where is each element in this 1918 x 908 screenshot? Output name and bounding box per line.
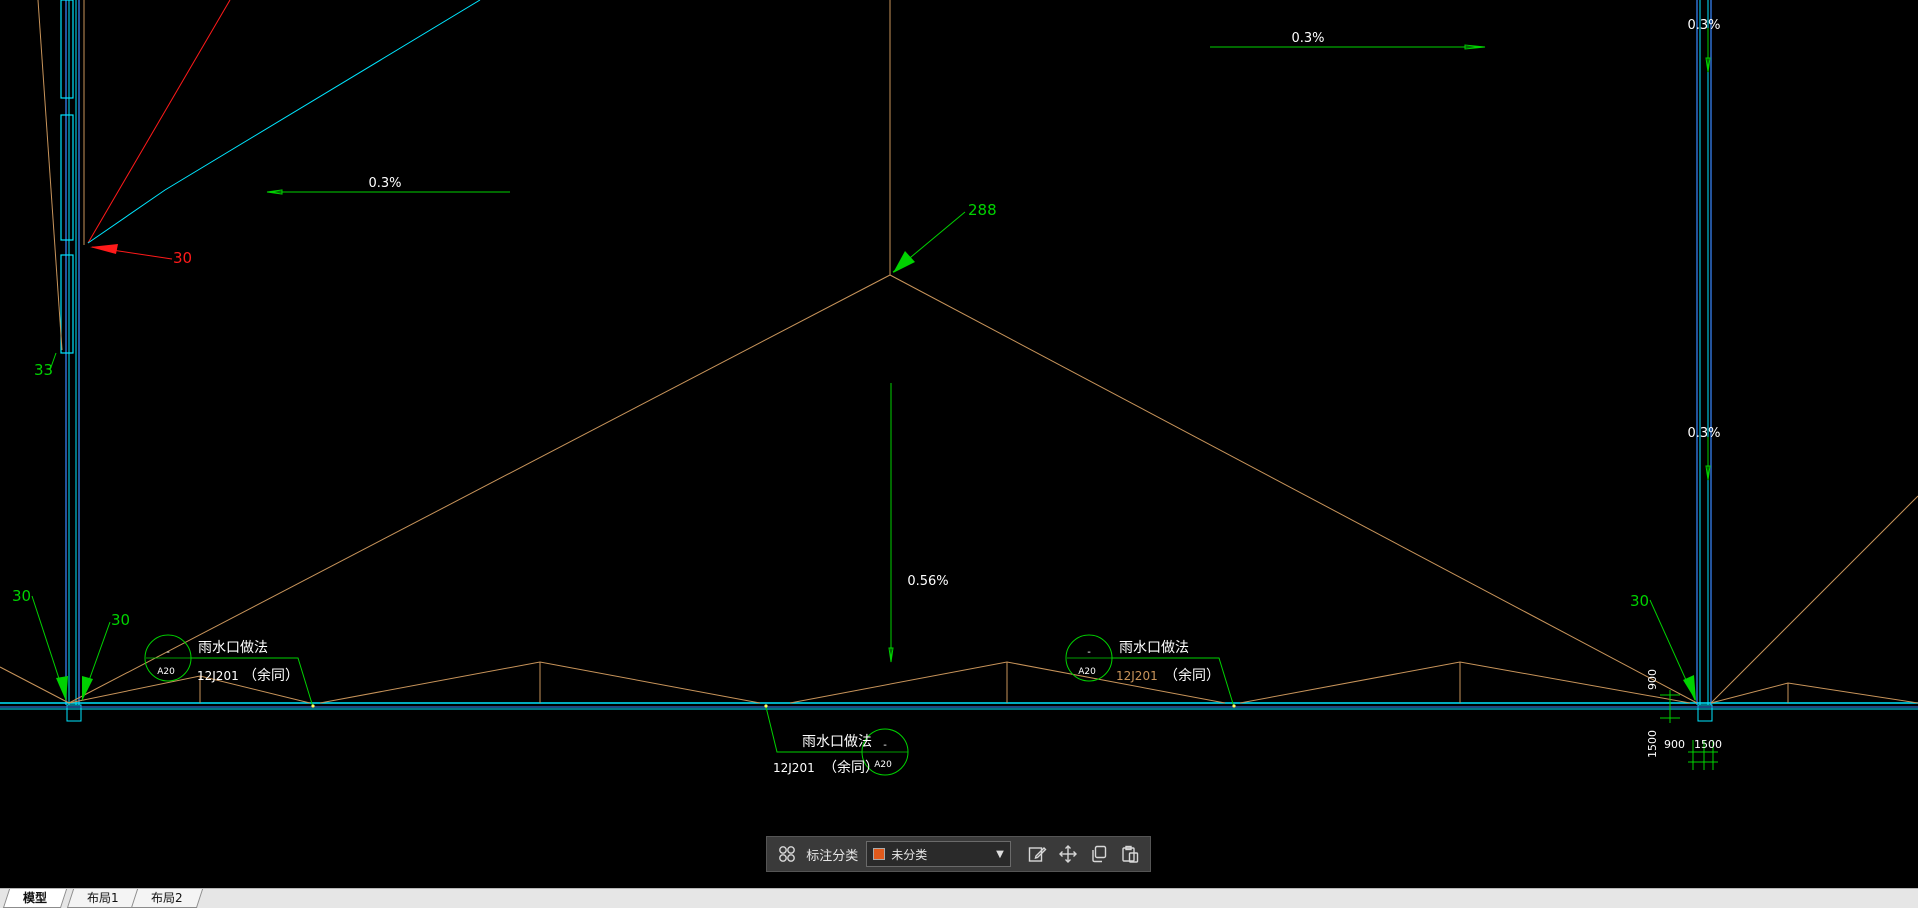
slope-arrow-right-middle: 0.3% bbox=[1687, 426, 1721, 481]
layout-tab-bar: 模型 布局1 布局2 bbox=[0, 888, 1918, 908]
drain-title-2: 雨水口做法 bbox=[1119, 640, 1189, 656]
dim-label-h900: 900 bbox=[1664, 738, 1685, 751]
annotation-category-select[interactable]: 未分类 ▼ bbox=[866, 841, 1011, 867]
drain-title-1: 雨水口做法 bbox=[198, 640, 268, 656]
drain-note-3: （余同） bbox=[823, 759, 879, 776]
dim-label-left-inner-30: 30 bbox=[111, 611, 130, 629]
leader-33: 33 bbox=[34, 352, 57, 379]
slope-arrow-center: 0.56% bbox=[888, 383, 949, 663]
drain-callout-3[interactable]: - A20 雨水口做法 12J201 （余同） bbox=[765, 706, 909, 776]
category-grid-icon[interactable] bbox=[773, 840, 800, 868]
dim-label-v1500: 1500 bbox=[1646, 730, 1659, 758]
chevron-down-icon: ▼ bbox=[996, 848, 1004, 860]
dim-label-right-30: 30 bbox=[1630, 592, 1649, 610]
dim-label-v900: 900 bbox=[1646, 669, 1659, 690]
drain-code-1: A20 bbox=[157, 667, 175, 677]
dim-label-red-30: 30 bbox=[173, 249, 192, 267]
leader-left-outer-30: 30 bbox=[12, 587, 68, 701]
slope-arrow-top-left: 0.3% bbox=[266, 176, 510, 195]
drain-ref-3: 12J201 bbox=[773, 761, 815, 775]
leader-288: 288 bbox=[892, 201, 997, 273]
drain-ref-1: 12J201 bbox=[197, 669, 239, 683]
cad-drawing-canvas[interactable]: 0.3% 0.3% 0.3% 0.3% 0.56% 30 33 288 30 3… bbox=[0, 0, 1918, 888]
slope-label-top-left: 0.3% bbox=[368, 176, 401, 191]
svg-text:-: - bbox=[166, 647, 170, 658]
drain-note-2: （余同） bbox=[1164, 667, 1220, 684]
right-wall bbox=[1696, 0, 1713, 722]
drain-callout-1[interactable]: - A20 雨水口做法 12J201 （余同） bbox=[144, 634, 314, 708]
dim-label-288: 288 bbox=[968, 201, 997, 219]
drain-dimensions bbox=[1660, 690, 1718, 770]
tab-layout-2[interactable]: 布局2 bbox=[130, 889, 203, 908]
drain-note-1: （余同） bbox=[243, 667, 299, 684]
leader-left-inner-30: 30 bbox=[81, 611, 130, 701]
drain-ref-2: 12J201 bbox=[1116, 669, 1158, 683]
dim-label-h1500: 1500 bbox=[1694, 738, 1722, 751]
move-icon[interactable] bbox=[1054, 840, 1081, 868]
slope-arrow-top-right: 0.3% bbox=[1210, 31, 1486, 50]
slope-label-right-upper: 0.3% bbox=[1687, 18, 1720, 33]
copy-icon[interactable] bbox=[1085, 840, 1112, 868]
category-selected-value: 未分类 bbox=[891, 847, 928, 862]
dim-label-33: 33 bbox=[34, 361, 53, 379]
dim-label-left-outer-30: 30 bbox=[12, 587, 31, 605]
svg-text:-: - bbox=[1087, 647, 1091, 658]
drain-title-3: 雨水口做法 bbox=[802, 734, 872, 750]
slope-label-top-right: 0.3% bbox=[1291, 31, 1324, 46]
category-color-swatch bbox=[873, 848, 886, 860]
drain-code-2: A20 bbox=[1078, 667, 1096, 677]
leader-red-30: 30 bbox=[90, 244, 192, 267]
svg-text:-: - bbox=[883, 740, 887, 751]
annotation-category-label: 标注分类 bbox=[806, 848, 859, 864]
cyan-diagonal bbox=[87, 0, 481, 244]
edit-annotation-icon[interactable] bbox=[1023, 840, 1050, 868]
annotation-toolbar: 标注分类 未分类 ▼ bbox=[766, 836, 1151, 872]
slope-label-center: 0.56% bbox=[907, 574, 948, 589]
drain-callout-2[interactable]: - A20 雨水口做法 12J201 （余同） bbox=[1065, 634, 1235, 708]
red-diagonal bbox=[87, 0, 231, 244]
tab-model[interactable]: 模型 bbox=[2, 889, 68, 908]
paste-icon[interactable] bbox=[1117, 840, 1144, 868]
slope-label-right-middle: 0.3% bbox=[1687, 426, 1720, 441]
roof-edge bbox=[0, 702, 1918, 710]
tab-layout-1[interactable]: 布局1 bbox=[66, 889, 139, 908]
slope-arrow-right-upper: 0.3% bbox=[1687, 18, 1721, 73]
